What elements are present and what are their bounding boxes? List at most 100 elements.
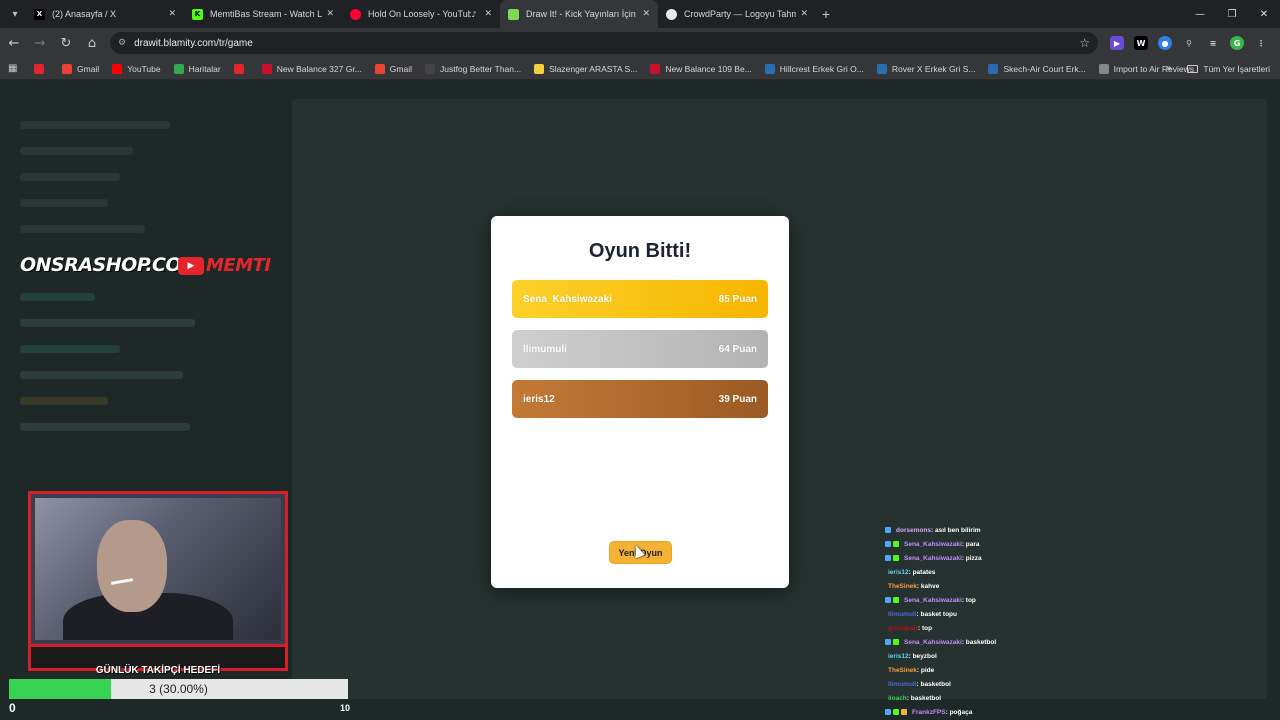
close-icon[interactable]: ✕ — [326, 9, 334, 19]
chat-username[interactable]: dorsemons — [896, 527, 931, 534]
minimize-icon[interactable]: — — [1184, 0, 1216, 28]
bookmark-label: Gmail — [389, 63, 412, 74]
chat-badge-icon — [885, 527, 891, 533]
bookmark-item[interactable]: Slazenger ARASTA S... — [534, 63, 637, 74]
audio-playing-icon[interactable]: ♪ — [471, 10, 476, 19]
score-row-third: ieris12 39 Puan — [512, 380, 768, 418]
reload-icon[interactable]: ↻ — [54, 31, 78, 55]
bookmark-label: New Balance 327 Gr... — [276, 63, 362, 74]
chat-badge-icon — [885, 639, 891, 645]
bookmark-item[interactable] — [34, 63, 49, 74]
chat-username[interactable]: grandpajr — [888, 625, 918, 632]
x-icon: X — [34, 8, 45, 20]
game-over-modal: Oyun Bitti! Sena_Kahsiwazaki 85 Puan lli… — [491, 216, 789, 588]
follower-goal-title: GÜNLÜK TAKİPÇİ HEDEFİ — [95, 665, 221, 676]
bookmark-item[interactable]: New Balance 327 Gr... — [261, 63, 362, 74]
apps-grid-icon[interactable]: ▦ — [8, 63, 22, 74]
bookmark-item[interactable] — [233, 63, 249, 74]
site-info-icon[interactable]: ⚙ — [118, 38, 126, 48]
close-icon[interactable]: ✕ — [642, 9, 650, 19]
chat-username[interactable]: TheSinek — [888, 583, 917, 590]
chat-message: ieris12: patates — [885, 565, 1280, 579]
chat-badge-icon — [893, 709, 899, 715]
chat-username[interactable]: ieris12 — [888, 653, 909, 660]
extension-w-icon[interactable]: W — [1134, 36, 1148, 50]
chat-username[interactable]: Sena_Kahsiwazaki — [904, 597, 962, 604]
follower-goal-min: 0 — [9, 701, 16, 715]
chat-username[interactable]: Sena_Kahsiwazaki — [904, 639, 962, 646]
tab-memtibas-stream[interactable]: K MemtiBas Stream - Watch Live ✕ — [184, 0, 342, 28]
chat-username[interactable]: TheSinek — [888, 667, 917, 674]
score-row-second: llimumuli 64 Puan — [512, 330, 768, 368]
chat-username[interactable]: FrankzFPS — [912, 709, 946, 716]
restore-icon[interactable]: ❐ — [1216, 0, 1248, 28]
bookmark-item[interactable]: Gmail — [62, 63, 99, 74]
kick-icon: K — [192, 8, 203, 20]
youtube-music-icon — [350, 8, 361, 20]
bookmark-item[interactable]: Justfog Better Than... — [424, 63, 521, 74]
extensions-puzzle-icon[interactable]: ⚲ — [1182, 36, 1196, 50]
bookmark-item[interactable]: Haritalar — [173, 63, 221, 74]
address-bar[interactable]: ⚙ drawit.blamity.com/tr/game ☆ — [110, 32, 1098, 54]
chat-message: Sena_Kahsiwazaki: pizza — [885, 551, 1280, 565]
chat-message: dorsemons: asıl ben bilirim — [885, 523, 1280, 537]
close-icon[interactable]: ✕ — [168, 9, 176, 19]
chat-message: iloach: basketbol — [885, 691, 1280, 705]
close-window-icon[interactable]: ✕ — [1248, 0, 1280, 28]
chat-username[interactable]: llimumuli — [888, 611, 917, 618]
bookmark-item[interactable]: YouTube — [112, 63, 161, 74]
tab-draw-it[interactable]: Draw It! - Kick Yayınları İçin Çizim ✕ — [500, 0, 658, 28]
chat-username[interactable]: Sena_Kahsiwazaki — [904, 541, 962, 548]
chat-text: : poğaça — [945, 708, 973, 716]
new-tab-icon[interactable]: + — [816, 6, 836, 22]
more-bookmarks-icon[interactable]: » — [1166, 63, 1172, 74]
chat-message: TheSinek: kahve — [885, 579, 1280, 593]
bookmark-favicon-icon — [764, 63, 775, 74]
follower-goal-bar: 3 (30.00%) — [9, 679, 348, 699]
menu-icon[interactable]: ⋮ — [1254, 36, 1268, 50]
bookmark-favicon-icon — [374, 63, 385, 74]
chat-text: : basketbol — [961, 638, 997, 646]
bookmark-item[interactable]: Hillcrest Erkek Gri O... — [764, 63, 864, 74]
forward-icon[interactable]: → — [28, 31, 52, 55]
bookmark-label: Rover X Erkek Gri S... — [891, 63, 976, 74]
bookmark-item[interactable]: Import to Air Reviews — [1098, 63, 1194, 74]
chat-text: : kahve — [916, 582, 940, 590]
bookmark-star-icon[interactable]: ☆ — [1079, 36, 1090, 50]
close-icon[interactable]: ✕ — [800, 9, 808, 19]
chat-message: ieris12: beyzbol — [885, 649, 1280, 663]
bookmark-favicon-icon — [112, 63, 123, 74]
bookmark-item[interactable]: New Balance 109 Be... — [650, 63, 752, 74]
chat-username[interactable]: Sena_Kahsiwazaki — [904, 555, 962, 562]
shop-logo-part1: ONSRA — [20, 254, 93, 276]
chat-username[interactable]: iloach — [888, 695, 907, 702]
bookmark-item[interactable]: Gmail — [374, 63, 412, 74]
bookmark-item[interactable]: Skech-Air Court Erk... — [988, 63, 1086, 74]
bookmark-favicon-icon — [424, 63, 435, 74]
chat-username[interactable]: ieris12 — [888, 569, 909, 576]
chat-badge-icon — [893, 555, 899, 561]
tab-crowdparty[interactable]: CrowdParty — Logoyu Tahmin Et ✕ — [658, 0, 816, 28]
chat-text: : basketbol — [916, 680, 951, 688]
bookmark-favicon-icon — [534, 63, 545, 74]
bookmarks-folder-label: Tüm Yer İşaretleri — [1203, 63, 1270, 74]
tab-anasayfa-x[interactable]: X (2) Anasayfa / X ✕ — [26, 0, 184, 28]
close-icon[interactable]: ✕ — [484, 9, 492, 19]
bookmark-item[interactable]: Rover X Erkek Gri S... — [876, 63, 976, 74]
home-icon[interactable]: ⌂ — [80, 31, 104, 55]
bookmarks-folder[interactable]: Tüm Yer İşaretleri — [1187, 64, 1270, 74]
chat-badge-icon — [885, 541, 891, 547]
chat-badge-icon — [885, 555, 891, 561]
extension-purple-icon[interactable]: ▶ — [1110, 36, 1124, 50]
chat-username[interactable]: llimumuli — [888, 681, 917, 688]
back-icon[interactable]: ← — [2, 31, 26, 55]
browser-toolbar: ← → ↻ ⌂ ⚙ drawit.blamity.com/tr/game ☆ ▶… — [0, 28, 1280, 58]
extension-blue-icon[interactable]: ● — [1158, 36, 1172, 50]
chat-text: : pizza — [961, 554, 982, 562]
tab-hold-on-loosely[interactable]: Hold On Loosely - YouTube ♪ ✕ — [342, 0, 500, 28]
media-control-icon[interactable]: ≡ — [1206, 36, 1220, 50]
player-name: ieris12 — [523, 393, 555, 405]
profile-avatar[interactable]: G — [1230, 36, 1244, 50]
tab-search-icon[interactable]: ▾ — [4, 3, 26, 25]
chat-text: : asıl ben bilirim — [931, 526, 981, 534]
